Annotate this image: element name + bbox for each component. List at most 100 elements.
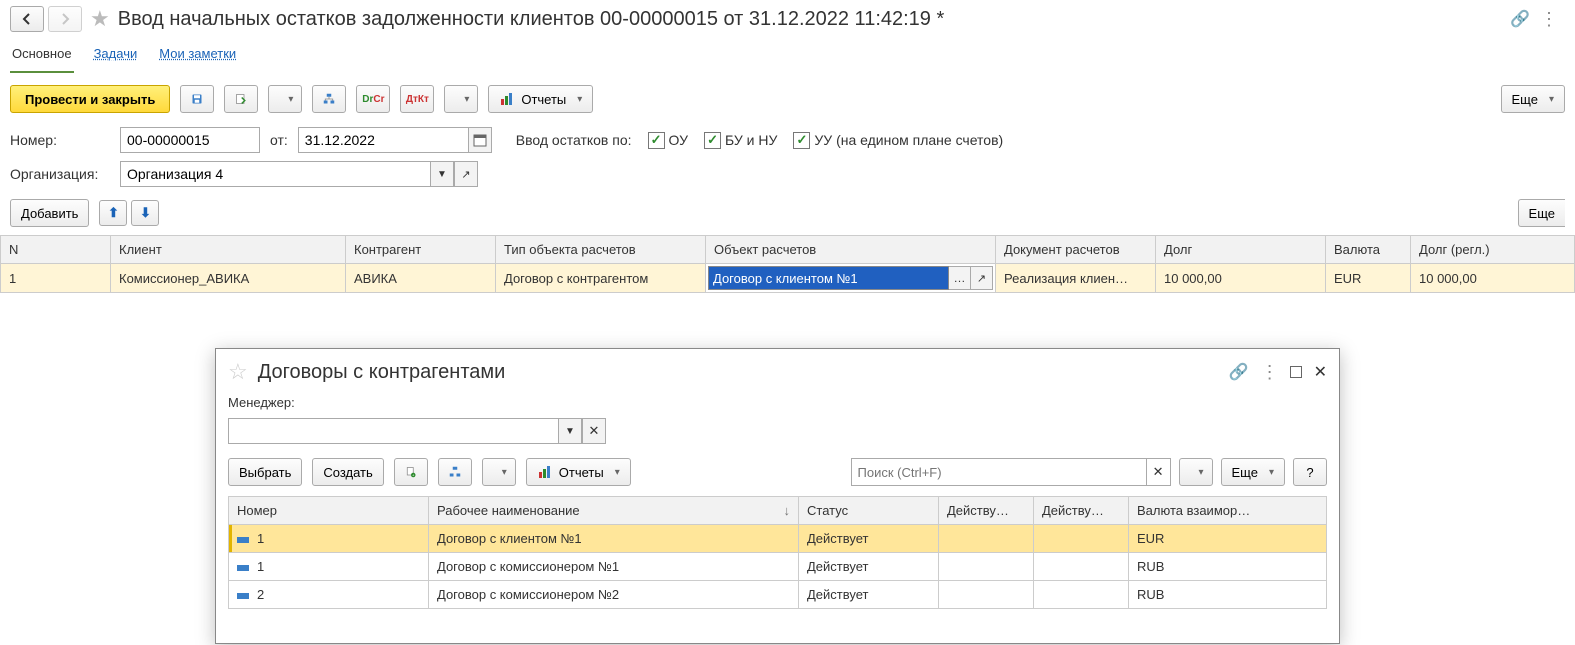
pcol-number[interactable]: Номер xyxy=(229,497,429,525)
dtkt-button[interactable]: ДтКт xyxy=(400,85,434,113)
create-based-on-button[interactable] xyxy=(268,85,302,113)
chevron-down-icon: ▼ xyxy=(565,426,575,437)
copy-button[interactable]: + xyxy=(394,458,428,486)
arrow-down-icon: ⬇ xyxy=(140,205,151,221)
popup-more-button[interactable]: Еще xyxy=(1221,458,1285,486)
table-row[interactable]: 1 Договор с клиентом №1 Действует EUR xyxy=(229,525,1327,553)
popup-link-icon[interactable]: 🔗 xyxy=(1229,362,1249,382)
cell-obj[interactable]: … ↗ xyxy=(706,264,996,293)
post-button[interactable] xyxy=(224,85,258,113)
search-clear-button[interactable]: ✕ xyxy=(1146,459,1170,485)
post-icon xyxy=(235,91,247,107)
chk-bu[interactable]: ✓БУ и НУ xyxy=(704,132,777,149)
drcr-button[interactable]: DrCr xyxy=(356,85,390,113)
post-and-close-button[interactable]: Провести и закрыть xyxy=(10,85,170,113)
tabs-bar: Основное Задачи Мои заметки xyxy=(0,36,1575,73)
chart-icon xyxy=(537,464,553,480)
manager-clear-button[interactable]: ✕ xyxy=(582,418,606,444)
table-row[interactable]: 1 Комиссионер_АВИКА АВИКА Договор с конт… xyxy=(1,264,1575,293)
search-input[interactable] xyxy=(852,459,1146,485)
tab-tasks[interactable]: Задачи xyxy=(92,40,140,73)
cell-debt: 10 000,00 xyxy=(1156,264,1326,293)
pcol-valid-to[interactable]: Действу… xyxy=(1034,497,1129,525)
popup-maximize-icon[interactable] xyxy=(1290,366,1302,378)
add-row-button[interactable]: Добавить xyxy=(10,199,89,227)
chk-uu[interactable]: ✓УУ (на едином плане счетов) xyxy=(793,132,1003,149)
cell-obj-type: Договор с контрагентом xyxy=(496,264,706,293)
floppy-icon xyxy=(191,91,203,107)
obj-select-button[interactable]: … xyxy=(949,266,971,290)
col-counterparty[interactable]: Контрагент xyxy=(346,236,496,264)
pcol-name[interactable]: Рабочее наименование↓ xyxy=(429,497,799,525)
print-button[interactable] xyxy=(444,85,478,113)
table-row[interactable]: 1 Договор с комиссионером №1 Действует R… xyxy=(229,553,1327,581)
structure-button[interactable] xyxy=(312,85,346,113)
manager-label: Менеджер: xyxy=(228,395,295,410)
popup-title: Договоры с контрагентами xyxy=(258,361,506,384)
popup-print-button[interactable] xyxy=(482,458,516,486)
table-row[interactable]: 2 Договор с комиссионером №2 Действует R… xyxy=(229,581,1327,609)
org-open-button[interactable]: ↗ xyxy=(454,161,478,187)
calendar-button[interactable] xyxy=(468,127,492,153)
check-icon: ✓ xyxy=(704,132,721,149)
col-obj-type[interactable]: Тип объекта расчетов xyxy=(496,236,706,264)
tab-main[interactable]: Основное xyxy=(10,40,74,73)
popup-close-icon[interactable]: ✕ xyxy=(1314,362,1327,382)
org-field[interactable] xyxy=(120,161,430,187)
col-doc[interactable]: Документ расчетов xyxy=(996,236,1156,264)
popup-favorite-icon[interactable]: ☆ xyxy=(228,359,248,385)
balances-by-label: Ввод остатков по: xyxy=(516,132,632,148)
popup-structure-button[interactable] xyxy=(438,458,472,486)
p-currency: EUR xyxy=(1129,525,1327,553)
search-field-wrap: ✕ xyxy=(851,458,1171,486)
reports-button[interactable]: Отчеты xyxy=(488,85,593,113)
kebab-menu-icon[interactable]: ⋮ xyxy=(1540,9,1557,30)
open-icon: ↗ xyxy=(461,168,470,181)
col-debt[interactable]: Долг xyxy=(1156,236,1326,264)
col-debt-regl[interactable]: Долг (регл.) xyxy=(1411,236,1575,264)
nav-forward-button[interactable] xyxy=(48,6,82,32)
pcol-currency[interactable]: Валюта взаимор… xyxy=(1129,497,1327,525)
select-button[interactable]: Выбрать xyxy=(228,458,302,486)
manager-field[interactable] xyxy=(228,418,558,444)
favorite-star-icon[interactable]: ★ xyxy=(90,6,110,32)
pcol-status[interactable]: Статус xyxy=(799,497,939,525)
tab-tasks-link[interactable]: Задачи xyxy=(94,46,138,61)
obj-open-button[interactable]: ↗ xyxy=(971,266,993,290)
number-field[interactable] xyxy=(120,127,260,153)
save-button[interactable] xyxy=(180,85,214,113)
popup-kebab-icon[interactable]: ⋮ xyxy=(1261,362,1278,383)
create-button[interactable]: Создать xyxy=(312,458,383,486)
pcol-valid-from[interactable]: Действу… xyxy=(939,497,1034,525)
cell-counterparty: АВИКА xyxy=(346,264,496,293)
table-more-button[interactable]: Еще xyxy=(1518,199,1565,227)
move-up-button[interactable]: ⬆ xyxy=(99,200,127,226)
more-button[interactable]: Еще xyxy=(1501,85,1565,113)
popup-reports-button[interactable]: Отчеты xyxy=(526,458,631,486)
col-n[interactable]: N xyxy=(1,236,111,264)
chart-icon xyxy=(499,91,515,107)
help-button[interactable]: ? xyxy=(1293,458,1327,486)
structure-icon xyxy=(323,91,335,107)
p-number: 1 xyxy=(229,525,429,553)
date-field[interactable] xyxy=(298,127,468,153)
tab-notes[interactable]: Мои заметки xyxy=(157,40,238,73)
link-icon[interactable]: 🔗 xyxy=(1510,9,1530,29)
structure-icon xyxy=(449,464,461,480)
row-marker-icon xyxy=(237,565,249,571)
from-label: от: xyxy=(270,132,288,148)
svg-text:+: + xyxy=(412,474,414,478)
search-menu-button[interactable] xyxy=(1179,458,1213,486)
move-down-button[interactable]: ⬇ xyxy=(131,200,159,226)
open-icon: ↗ xyxy=(977,272,986,285)
col-currency[interactable]: Валюта xyxy=(1326,236,1411,264)
col-client[interactable]: Клиент xyxy=(111,236,346,264)
tab-notes-link[interactable]: Мои заметки xyxy=(159,46,236,61)
org-dropdown-button[interactable]: ▼ xyxy=(430,161,454,187)
manager-dropdown-button[interactable]: ▼ xyxy=(558,418,582,444)
chk-ou[interactable]: ✓ОУ xyxy=(648,132,688,149)
nav-back-button[interactable] xyxy=(10,6,44,32)
page-title: Ввод начальных остатков задолженности кл… xyxy=(118,8,945,31)
obj-input[interactable] xyxy=(708,266,949,290)
col-obj[interactable]: Объект расчетов xyxy=(706,236,996,264)
